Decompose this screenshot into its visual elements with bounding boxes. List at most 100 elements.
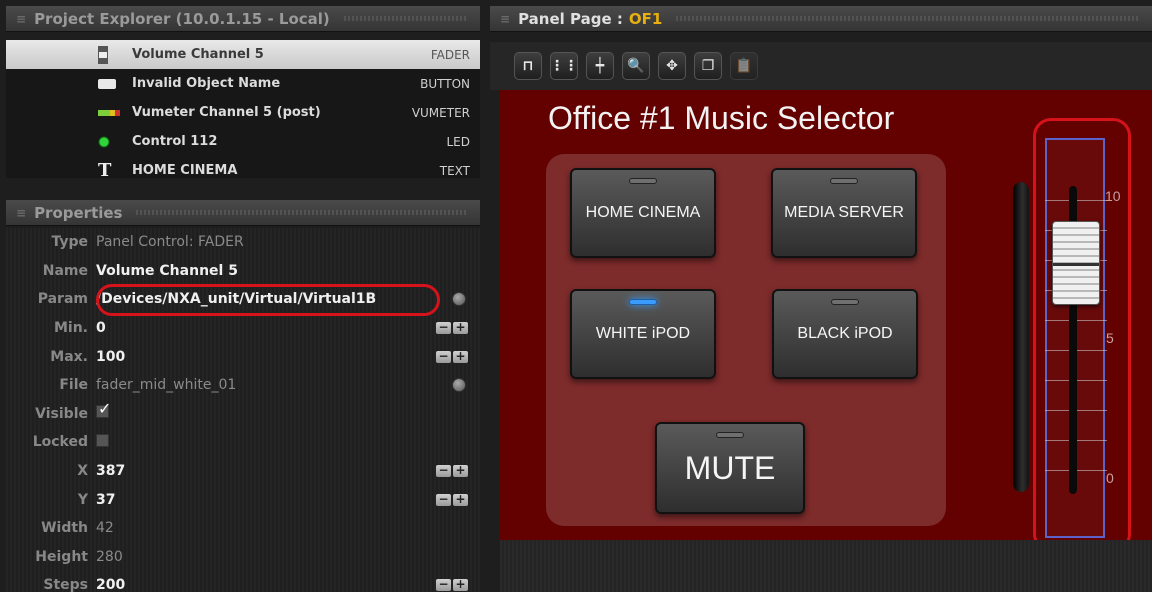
max-stepper: − + [436, 350, 468, 363]
properties-header: ≡ Properties [6, 200, 480, 226]
prop-height-value: 280 [96, 548, 123, 565]
prop-label: X [77, 463, 88, 480]
scale-label-bottom: 0 [1106, 470, 1114, 486]
scale-label-mid: 5 [1106, 330, 1114, 346]
header-divider [676, 16, 1140, 21]
explorer-item-type: VUMETER [411, 105, 470, 120]
explorer-item-type: TEXT [439, 163, 470, 178]
prop-max-value[interactable]: 100 [96, 349, 480, 365]
explorer-item-type: FADER [430, 47, 470, 62]
prop-label: Type [51, 234, 88, 251]
prop-file-row: File fader_mid_white_01 [6, 371, 480, 400]
grip-icon: ≡ [16, 205, 27, 220]
prop-label: Visible [35, 405, 88, 422]
decrement-button[interactable]: − [436, 464, 451, 478]
prop-y-value[interactable]: 37 [96, 492, 480, 508]
properties-list: Type Panel Control: FADER Name Volume Ch… [6, 228, 480, 592]
explorer-item-vumeter-channel-5[interactable]: Vumeter Channel 5 (post) VUMETER [6, 98, 480, 127]
explorer-item-type: LED [446, 134, 470, 149]
fader-knob[interactable] [1052, 221, 1100, 305]
decrement-button[interactable]: − [436, 493, 451, 506]
visible-checkbox[interactable]: ✓ [96, 399, 111, 419]
prop-file-value[interactable]: fader_mid_white_01 [96, 377, 480, 393]
explorer-item-invalid-object-name[interactable]: Invalid Object Name BUTTON [6, 69, 480, 98]
explorer-item-home-cinema[interactable]: T HOME CINEMA TEXT [6, 156, 480, 178]
y-stepper: − + [436, 493, 468, 506]
ruler-icon[interactable]: ⊓ [514, 52, 542, 80]
prop-param-value[interactable]: /Devices/NXA_unit/Virtual/Virtual1B [96, 291, 480, 307]
properties-title: Properties [34, 203, 123, 222]
prop-max-row: Max. 100 − + [6, 342, 480, 371]
prop-label: Steps [43, 577, 88, 592]
decrement-button[interactable]: − [436, 350, 451, 363]
prop-steps-row: Steps 200 − + [6, 571, 480, 592]
prop-x-value[interactable]: 387 [96, 463, 480, 479]
grip-icon: ≡ [16, 11, 27, 26]
explorer-item-name: HOME CINEMA [132, 163, 238, 178]
increment-button[interactable]: + [453, 350, 468, 363]
prop-label: File [59, 377, 88, 394]
paste-icon[interactable]: 📋 [730, 52, 758, 80]
button-label: MUTE [684, 449, 776, 486]
media-server-button[interactable]: MEDIA SERVER [771, 168, 917, 258]
increment-button[interactable]: + [453, 464, 468, 478]
grid-icon[interactable]: ⋮⋮ [550, 52, 578, 80]
explorer-item-volume-channel-5[interactable]: Volume Channel 5 FADER [6, 40, 480, 69]
vumeter-bar [1013, 182, 1029, 492]
button-label: WHITE iPOD [595, 325, 691, 342]
increment-button[interactable]: + [453, 493, 468, 506]
prop-steps-value[interactable]: 200 [96, 577, 480, 592]
scale-label-top: 10 [1105, 188, 1121, 204]
prop-label: Y [77, 491, 88, 508]
snap-icon[interactable]: ┿ [586, 52, 614, 80]
status-led [830, 178, 858, 184]
panel-toolbar: ⊓ ⋮⋮ ┿ 🔍 ✥ ❐ 📋 [490, 42, 1152, 90]
status-led-active [629, 299, 657, 305]
status-led [629, 178, 657, 184]
min-stepper: − + [436, 321, 468, 335]
prop-label: Height [35, 548, 88, 565]
white-ipod-button[interactable]: WHITE iPOD [570, 289, 716, 379]
prop-label: Name [42, 262, 88, 279]
button-label: BLACK iPOD [797, 325, 893, 342]
prop-label: Param [37, 291, 88, 308]
project-explorer-header: ≡ Project Explorer (10.0.1.15 - Local) [6, 6, 480, 32]
move-icon[interactable]: ✥ [658, 52, 686, 80]
increment-button[interactable]: + [453, 578, 468, 592]
prop-x-row: X 387 − + [6, 457, 480, 486]
prop-min-value[interactable]: 0 [96, 320, 480, 336]
increment-button[interactable]: + [453, 321, 468, 335]
prop-width-value: 42 [96, 520, 114, 537]
panel-page-label: Panel Page : [518, 9, 623, 28]
prop-y-row: Y 37 − + [6, 485, 480, 514]
decrement-button[interactable]: − [436, 321, 451, 335]
button-label: MEDIA SERVER [784, 204, 904, 221]
vumeter-icon [98, 109, 128, 116]
black-ipod-button[interactable]: BLACK iPOD [772, 289, 918, 379]
project-explorer-list: Volume Channel 5 FADER Invalid Object Na… [6, 40, 480, 178]
text-icon: T [98, 160, 112, 178]
checkmark-icon: ✓ [98, 399, 112, 419]
panel-page-header: ≡ Panel Page : OF1 [490, 6, 1152, 32]
app-window: ≡ Project Explorer (10.0.1.15 - Local) V… [0, 0, 1152, 592]
prop-type-value: Panel Control: FADER [96, 234, 244, 251]
locked-checkbox[interactable] [96, 433, 109, 447]
explorer-item-name: Control 112 [132, 134, 218, 149]
mute-button[interactable]: MUTE [655, 422, 805, 514]
prop-label: Min. [53, 320, 88, 337]
canvas-margin [500, 540, 1152, 592]
decrement-button[interactable]: − [436, 578, 451, 592]
project-explorer-title: Project Explorer (10.0.1.15 - Local) [34, 9, 330, 28]
panel-heading: Office #1 Music Selector [548, 100, 895, 136]
button-icon [98, 78, 128, 89]
prop-height-row: Height 280 [6, 543, 480, 572]
zoom-x2-icon[interactable]: 🔍 [622, 52, 650, 80]
prop-name-value[interactable]: Volume Channel 5 [96, 263, 480, 279]
copy-icon[interactable]: ❐ [694, 52, 722, 80]
prop-param-row: Param /Devices/NXA_unit/Virtual/Virtual1… [6, 285, 480, 314]
home-cinema-button[interactable]: HOME CINEMA [570, 168, 716, 258]
explorer-item-control-112[interactable]: Control 112 LED [6, 127, 480, 156]
explorer-item-name: Invalid Object Name [132, 76, 281, 91]
explorer-item-name: Volume Channel 5 [132, 47, 264, 62]
prop-width-row: Width 42 [6, 514, 480, 543]
